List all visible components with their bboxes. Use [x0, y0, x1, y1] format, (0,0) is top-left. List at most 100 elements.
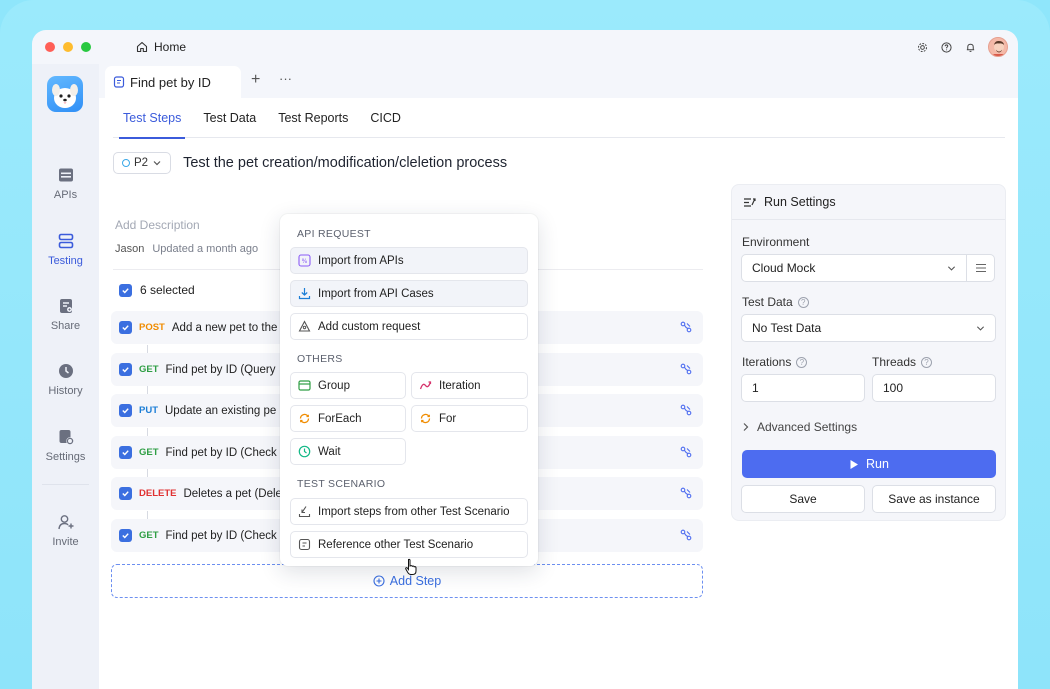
tab-test-reports[interactable]: Test Reports [268, 98, 358, 138]
run-settings-icon [744, 197, 756, 207]
step-checkbox[interactable] [119, 529, 132, 542]
tab-cicd[interactable]: CICD [360, 98, 411, 138]
menu-item-label: Import from API Cases [318, 287, 434, 300]
import-cases-icon [298, 288, 311, 300]
link-icon[interactable] [680, 487, 692, 499]
step-checkbox[interactable] [119, 487, 132, 500]
menu-item-group[interactable]: Group [290, 372, 406, 399]
svg-text:%: % [302, 258, 308, 265]
history-icon [58, 364, 73, 378]
bell-icon[interactable] [964, 41, 976, 53]
step-connector [147, 469, 148, 477]
chevron-right-icon [743, 423, 749, 431]
step-connector [147, 428, 148, 436]
sidebar-item-settings[interactable]: Settings [32, 428, 99, 463]
environment-select[interactable]: Cloud Mock [741, 254, 967, 282]
add-step-menu: API REQUEST % Import from APIs Import fr… [280, 214, 538, 566]
help-icon[interactable]: ? [797, 296, 809, 308]
new-tab-button[interactable]: + [251, 72, 260, 88]
step-checkbox[interactable] [119, 321, 132, 334]
sidebar-item-label: Share [50, 320, 81, 332]
environment-manage-button[interactable] [966, 254, 995, 282]
test-data-select[interactable]: No Test Data [741, 314, 996, 342]
tab-test-steps[interactable]: Test Steps [113, 98, 191, 139]
step-checkbox[interactable] [119, 363, 132, 376]
help-icon[interactable]: ? [796, 356, 808, 368]
iteration-icon [419, 381, 432, 390]
link-icon[interactable] [680, 446, 692, 458]
sidebar-item-label: Settings [45, 451, 86, 463]
more-tabs-button[interactable]: ··· [279, 72, 292, 86]
sidebar-divider [42, 484, 89, 485]
run-label: Run [866, 457, 889, 471]
sidebar-item-history[interactable]: History [32, 362, 99, 397]
run-button[interactable]: Run [742, 450, 996, 478]
iterations-input[interactable]: 1 [741, 374, 865, 402]
step-checkbox[interactable] [119, 404, 132, 417]
play-icon [850, 459, 859, 469]
tab-find-pet-by-id[interactable]: Find pet by ID [105, 66, 241, 98]
menu-item-label: Reference other Test Scenario [318, 538, 474, 551]
step-name: Update an existing pe [165, 404, 277, 417]
tab-test-data[interactable]: Test Data [193, 98, 266, 138]
menu-item-for[interactable]: For [411, 405, 528, 432]
menu-item-foreach[interactable]: ForEach [290, 405, 406, 432]
run-settings-header: Run Settings [732, 185, 1005, 220]
user-avatar[interactable] [988, 37, 1008, 57]
help-icon[interactable]: ? [921, 356, 933, 368]
chevron-down-icon [153, 161, 161, 166]
description-input[interactable]: Add Description [115, 218, 200, 232]
sidebar-item-apis[interactable]: APIs [32, 166, 99, 201]
clock-icon [298, 445, 311, 458]
sidebar: APIs Testing Share History Settings Invi… [32, 64, 99, 689]
app-logo[interactable] [47, 76, 83, 112]
step-checkbox[interactable] [119, 446, 132, 459]
sidebar-item-testing[interactable]: Testing [32, 232, 99, 267]
title-actions [916, 37, 1008, 57]
sidebar-item-invite[interactable]: Invite [32, 513, 99, 548]
step-connector [147, 511, 148, 519]
select-all-checkbox[interactable] [119, 283, 132, 297]
sidebar-item-share[interactable]: Share [32, 297, 99, 332]
maximize-window-button[interactable] [81, 42, 91, 52]
menu-icon [975, 263, 986, 273]
menu-item-add-custom-request[interactable]: Add custom request [290, 313, 528, 340]
home-link[interactable]: Home [136, 40, 186, 54]
title-bar: Home [32, 30, 1018, 64]
menu-item-import-steps[interactable]: Import steps from other Test Scenario [290, 498, 528, 525]
save-button[interactable]: Save [741, 485, 865, 513]
reference-icon [298, 538, 311, 551]
select-all-row[interactable]: 6 selected [119, 283, 195, 297]
document-tab-bar: Find pet by ID + ··· [99, 64, 1018, 98]
link-icon[interactable] [680, 529, 692, 541]
environment-label-text: Environment [742, 235, 810, 249]
author-name: Jason [115, 243, 145, 255]
scenario-icon [113, 76, 125, 88]
http-method-badge: PUT [139, 405, 158, 416]
link-icon[interactable] [680, 321, 692, 333]
gear-icon[interactable] [916, 41, 928, 53]
pointer-cursor-icon [405, 558, 417, 575]
http-method-badge: POST [139, 322, 165, 333]
http-method-badge: DELETE [139, 488, 177, 499]
priority-select[interactable]: P2 [113, 152, 172, 174]
menu-item-reference-scenario[interactable]: Reference other Test Scenario [290, 531, 528, 558]
help-icon[interactable] [940, 41, 952, 53]
menu-item-import-from-api-cases[interactable]: Import from API Cases [290, 280, 528, 307]
link-icon[interactable] [680, 404, 692, 416]
iterations-label: Iterations ? [742, 355, 808, 369]
save-as-instance-button[interactable]: Save as instance [872, 485, 996, 513]
menu-item-import-from-apis[interactable]: % Import from APIs [290, 247, 528, 274]
menu-item-iteration[interactable]: Iteration [411, 372, 528, 399]
share-icon [59, 299, 72, 313]
group-icon [298, 380, 311, 391]
link-icon[interactable] [680, 363, 692, 375]
close-window-button[interactable] [45, 42, 55, 52]
advanced-settings-toggle[interactable]: Advanced Settings [742, 420, 857, 434]
settings-icon [59, 430, 74, 445]
menu-item-wait[interactable]: Wait [290, 438, 406, 465]
threads-input[interactable]: 100 [872, 374, 996, 402]
sidebar-item-label: History [48, 385, 83, 397]
scenario-title[interactable]: Test the pet creation/modification/clele… [183, 155, 507, 171]
minimize-window-button[interactable] [63, 42, 73, 52]
